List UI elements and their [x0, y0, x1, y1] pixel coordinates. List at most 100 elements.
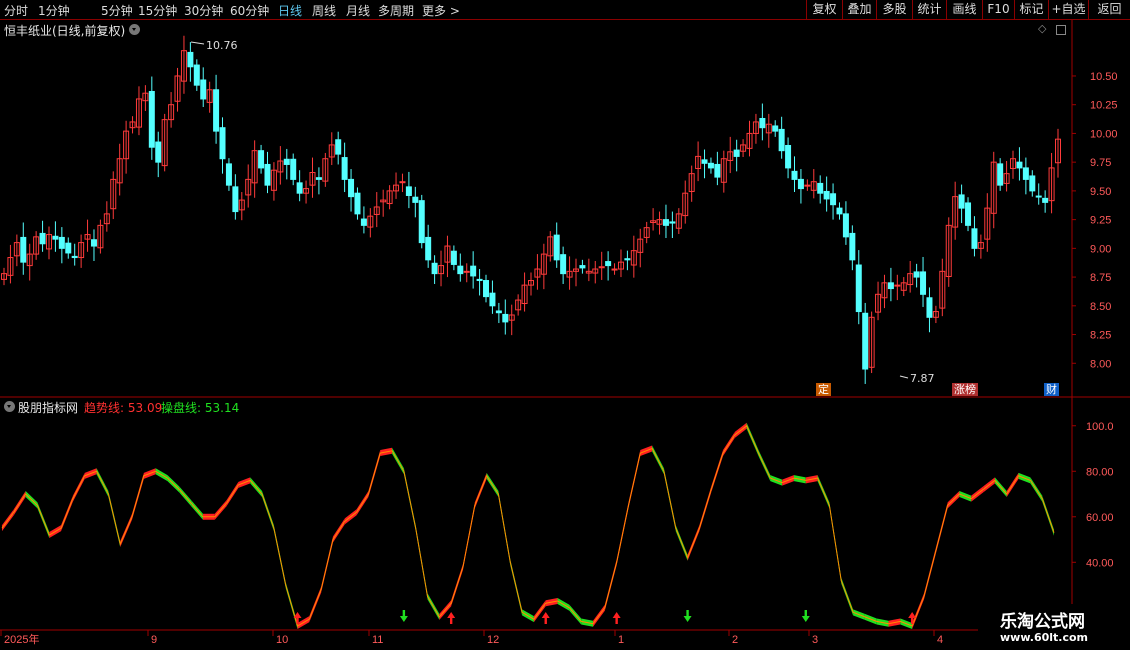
stock-title: 恒丰纸业(日线,前复权) — [4, 24, 126, 38]
candle-body — [193, 64, 200, 86]
y-tick-label: 8.75 — [1090, 272, 1111, 284]
candle-body — [39, 232, 46, 245]
add-watchlist-button[interactable]: +自选 — [1048, 0, 1088, 19]
x-tick-label: 12 — [487, 634, 499, 646]
candle-body — [849, 232, 856, 261]
y-tick-label: 9.00 — [1090, 243, 1111, 255]
candle-body — [804, 184, 811, 187]
candle-body — [58, 236, 65, 249]
tag-ding[interactable]: 定 — [816, 383, 831, 396]
y-tick-label: 9.25 — [1090, 215, 1111, 227]
y-tick-label: 8.25 — [1090, 330, 1111, 342]
tab-intraday[interactable]: 分时 — [4, 2, 28, 19]
low-price-marker: 7.87 — [910, 372, 935, 385]
up-arrow-icon — [541, 612, 550, 624]
candle-body — [714, 163, 721, 178]
candle-body — [148, 90, 155, 148]
watermark-url: www.60lt.com — [1000, 631, 1089, 644]
candle-body — [624, 258, 631, 261]
tab-multi-period[interactable]: 多周期 — [378, 2, 414, 19]
stats-button[interactable]: 统计 — [912, 0, 946, 19]
indicator-menu-icon[interactable] — [4, 401, 15, 412]
tab-15min[interactable]: 15分钟 — [138, 2, 177, 19]
fuquan-button[interactable]: 复权 — [806, 0, 842, 19]
ops-line-caption: 操盘线: — [161, 401, 202, 415]
tab-daily[interactable]: 日线 — [278, 2, 302, 19]
tab-more[interactable]: 更多 > — [422, 2, 460, 19]
trend-line-value: 53.09 — [127, 401, 163, 415]
candlestick-series — [1, 35, 1061, 384]
candle-body — [733, 149, 740, 157]
tab-1min[interactable]: 1分钟 — [38, 2, 70, 19]
x-tick-label: 4 — [937, 634, 943, 646]
high-marker-line — [190, 41, 205, 45]
tab-60min[interactable]: 60分钟 — [230, 2, 269, 19]
down-arrow-icon — [683, 610, 692, 622]
signal-arrows — [293, 610, 917, 624]
candle-body — [405, 186, 412, 196]
y-tick-label: 100.0 — [1086, 421, 1114, 433]
candle-body — [431, 262, 438, 275]
candle-body — [412, 196, 419, 203]
candle-body — [463, 270, 470, 273]
window-square-icon[interactable] — [1056, 25, 1066, 35]
chevron-down-icon[interactable] — [129, 24, 140, 35]
y-tick-label: 10.00 — [1090, 128, 1118, 140]
tag-cai[interactable]: 财 — [1044, 383, 1059, 396]
candle-body — [579, 265, 586, 269]
diamond-icon[interactable]: ◇ — [1038, 22, 1046, 35]
down-arrow-icon — [399, 610, 408, 622]
candle-body — [296, 182, 303, 194]
y-tick-label: 10.25 — [1090, 100, 1118, 112]
candle-body — [65, 242, 72, 254]
candle-body — [258, 150, 265, 169]
indicator-name: 股朋指标网 — [18, 401, 79, 415]
f10-button[interactable]: F10 — [982, 0, 1014, 19]
candle-body — [200, 79, 207, 100]
chart-area[interactable]: 10.50 10.25 10.00 9.75 9.50 9.25 9.00 8.75 8.50 8… — [0, 20, 1130, 650]
back-button[interactable]: 返回 — [1088, 0, 1130, 19]
tab-monthly[interactable]: 月线 — [346, 2, 370, 19]
candle-body — [560, 254, 567, 275]
overlay-button[interactable]: 叠加 — [842, 0, 876, 19]
y-tick-label: 9.50 — [1090, 186, 1111, 198]
candle-body — [913, 271, 920, 278]
watermark: 乐淘公式网 www.60lt.com — [978, 604, 1130, 650]
tab-weekly[interactable]: 周线 — [312, 2, 336, 19]
low-marker-line — [899, 375, 909, 379]
x-tick-label: 9 — [151, 634, 157, 646]
candle-body — [52, 235, 59, 240]
x-tick-label: 3 — [812, 634, 818, 646]
multi-stock-button[interactable]: 多股 — [876, 0, 912, 19]
candle-body — [418, 200, 425, 244]
draw-button[interactable]: 画线 — [946, 0, 982, 19]
y-tick-label: 8.00 — [1090, 358, 1111, 370]
candle-body — [470, 265, 477, 277]
candle-body — [283, 158, 290, 165]
x-tick-label: 2 — [732, 634, 738, 646]
candle-body — [778, 128, 785, 152]
candle-body — [842, 213, 849, 238]
candle-body — [862, 312, 869, 370]
candle-body — [219, 127, 226, 160]
x-tick-label: 11 — [372, 634, 383, 646]
tab-5min[interactable]: 5分钟 — [101, 2, 133, 19]
candle-body — [611, 268, 618, 271]
candle-body — [341, 157, 348, 180]
down-arrow-icon — [801, 610, 810, 622]
trend-line-caption: 趋势线: — [84, 401, 125, 415]
candle-body — [187, 51, 194, 68]
up-arrow-icon — [612, 612, 621, 624]
candle-body — [971, 228, 978, 249]
tag-zhangbang[interactable]: 涨榜 — [952, 383, 978, 396]
candle-body — [495, 310, 502, 314]
y-tick-label: 60.00 — [1086, 512, 1114, 524]
tab-30min[interactable]: 30分钟 — [184, 2, 223, 19]
candle-body — [836, 207, 843, 215]
candle-body — [997, 163, 1004, 186]
candle-body — [707, 162, 714, 169]
mark-button[interactable]: 标记 — [1014, 0, 1048, 19]
candle-body — [264, 163, 271, 186]
candle-body — [823, 190, 830, 200]
y-tick-label: 10.50 — [1090, 71, 1118, 83]
